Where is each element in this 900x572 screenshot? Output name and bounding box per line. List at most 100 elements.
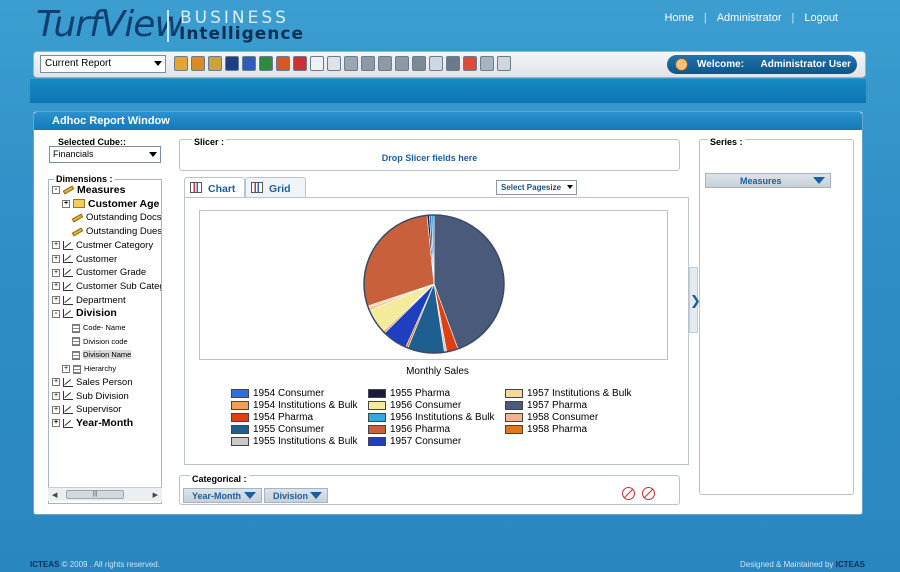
folder-icon xyxy=(73,199,85,209)
excel-export-icon[interactable] xyxy=(259,56,273,71)
tree-node[interactable]: + Customer Age xyxy=(62,198,159,211)
tree-horizontal-scrollbar[interactable]: ◀ ||| ▶ xyxy=(48,487,162,501)
tree-node[interactable]: + Customer Sub Category xyxy=(52,280,161,293)
tree-node[interactable]: + Customer xyxy=(52,253,117,266)
series-label: Series : xyxy=(708,137,745,147)
legend-swatch xyxy=(231,388,249,398)
scroll-thumb[interactable]: ||| xyxy=(66,490,124,499)
tab-chart[interactable]: Chart xyxy=(184,177,245,197)
expand-series-panel-button[interactable]: ❯ xyxy=(689,267,701,333)
slicer-label: Slicer : xyxy=(192,137,227,147)
tree-node[interactable]: Division Name xyxy=(72,348,132,361)
tree-node[interactable]: + Year-Month xyxy=(52,417,133,430)
logout-link[interactable]: Logout xyxy=(794,12,848,24)
tree-node[interactable]: Outstanding Docs xyxy=(71,211,161,224)
legend-item: 1955 Consumer xyxy=(231,424,324,436)
legend-item: 1957 Pharma xyxy=(505,400,587,412)
dimension-icon xyxy=(63,377,73,387)
pdf-export-icon[interactable] xyxy=(293,56,307,71)
scroll-left-icon[interactable]: ◀ xyxy=(52,491,57,499)
field-label: Year-Month xyxy=(192,491,242,501)
word-export-icon[interactable] xyxy=(242,56,256,71)
legend-label: 1954 Institutions & Bulk xyxy=(253,400,358,411)
pagesize-select[interactable]: Select Pagesize xyxy=(496,180,577,195)
footer-maintained-text: Designed & Maintained by xyxy=(740,560,834,569)
cube-select[interactable]: Financials xyxy=(49,146,161,163)
drill-icon[interactable] xyxy=(344,56,358,71)
collapse-icon[interactable]: - xyxy=(52,186,60,195)
expand-icon[interactable]: + xyxy=(52,296,60,305)
cube-settings-icon[interactable] xyxy=(208,56,222,71)
grid-view-icon[interactable] xyxy=(429,56,443,71)
chart-view-icon[interactable] xyxy=(446,56,460,71)
tree-node[interactable]: + Custmer Category xyxy=(52,239,153,252)
tree-node[interactable]: + Customer Grade xyxy=(52,266,146,279)
level-icon xyxy=(72,350,80,360)
chart-type-icon[interactable] xyxy=(412,56,426,71)
report-select[interactable]: Current Report xyxy=(40,55,166,73)
swap-axes-icon[interactable] xyxy=(395,56,409,71)
triangle-down-icon[interactable] xyxy=(813,177,825,184)
tree-node-label: Custmer Category xyxy=(76,239,154,251)
scroll-right-icon[interactable]: ▶ xyxy=(153,491,158,499)
legend-item: 1957 Institutions & Bulk xyxy=(505,388,632,400)
pagesize-value: Select Pagesize xyxy=(501,183,562,192)
expand-icon[interactable]: + xyxy=(52,268,60,277)
chart-area: Monthly Sales 1954 Consumer 1954 Institut… xyxy=(184,197,689,465)
expand-icon[interactable]: + xyxy=(62,365,70,374)
cube-open-icon[interactable] xyxy=(191,56,205,71)
welcome-user: Administrator User xyxy=(760,59,852,70)
home-link[interactable]: Home xyxy=(654,12,703,24)
expand-icon[interactable]: + xyxy=(52,405,60,414)
tree-node[interactable]: - Division xyxy=(52,307,117,320)
tree-node[interactable]: Code- Name xyxy=(72,321,126,334)
expand-icon[interactable]: + xyxy=(52,419,60,428)
administrator-link[interactable]: Administrator xyxy=(707,12,792,24)
expand-icon[interactable]: + xyxy=(52,241,60,250)
tree-node[interactable]: + Sub Division xyxy=(52,390,129,403)
tree-node[interactable]: Outstanding Dues xyxy=(71,225,161,238)
dimensions-label: Dimensions : xyxy=(54,174,115,184)
tab-grid[interactable]: Grid xyxy=(245,177,306,197)
legend-item: 1955 Institutions & Bulk xyxy=(231,436,358,448)
page-settings-icon[interactable] xyxy=(480,56,494,71)
tree-node[interactable]: - Measures xyxy=(52,184,125,197)
triangle-down-icon[interactable] xyxy=(310,492,322,499)
categorical-panel[interactable]: Categorical : Year-Month Division xyxy=(179,474,680,505)
triangle-down-icon[interactable] xyxy=(244,492,256,499)
categorical-field-division[interactable]: Division xyxy=(264,488,328,503)
tree-node-label: Hierarchy xyxy=(84,364,117,374)
expand-icon[interactable]: + xyxy=(52,282,60,291)
color-palette-icon[interactable] xyxy=(463,56,477,71)
powerpoint-export-icon[interactable] xyxy=(276,56,290,71)
tree-node[interactable]: + Hierarchy xyxy=(62,362,116,375)
tree-node[interactable]: + Sales Person xyxy=(52,376,133,389)
tree-node[interactable]: + Supervisor xyxy=(52,403,121,416)
categorical-field-year-month[interactable]: Year-Month xyxy=(183,488,262,503)
collapse-icon[interactable]: - xyxy=(52,309,60,318)
cube-icon[interactable] xyxy=(174,56,188,71)
email-icon[interactable] xyxy=(310,56,324,71)
legend-item: 1956 Institutions & Bulk xyxy=(368,412,495,424)
header-band xyxy=(30,79,866,103)
expand-icon[interactable]: + xyxy=(52,391,60,400)
drill-up-icon[interactable] xyxy=(361,56,375,71)
tree-node[interactable]: + Department xyxy=(52,294,126,307)
slicer-panel[interactable]: Slicer : Drop Slicer fields here xyxy=(179,137,680,171)
tree-node[interactable]: Division code xyxy=(72,335,128,348)
slicer-drop-zone[interactable]: Drop Slicer fields here xyxy=(180,153,679,163)
save-icon[interactable] xyxy=(225,56,239,71)
series-field-measures[interactable]: Measures xyxy=(705,173,831,188)
expand-icon[interactable]: + xyxy=(52,254,60,263)
expand-icon[interactable]: + xyxy=(52,378,60,387)
expand-icon[interactable]: + xyxy=(62,199,70,208)
sort-icon[interactable] xyxy=(497,56,511,71)
remove-fields-icon[interactable] xyxy=(642,487,655,500)
grid-icon xyxy=(251,182,263,193)
remove-chart-icon[interactable] xyxy=(622,487,635,500)
series-panel[interactable]: Series : Measures xyxy=(699,137,854,495)
filter-icon[interactable] xyxy=(327,56,341,71)
legend-label: 1957 Consumer xyxy=(390,436,462,447)
tree-node-label: Code- Name xyxy=(83,323,126,332)
drill-down-icon[interactable] xyxy=(378,56,392,71)
